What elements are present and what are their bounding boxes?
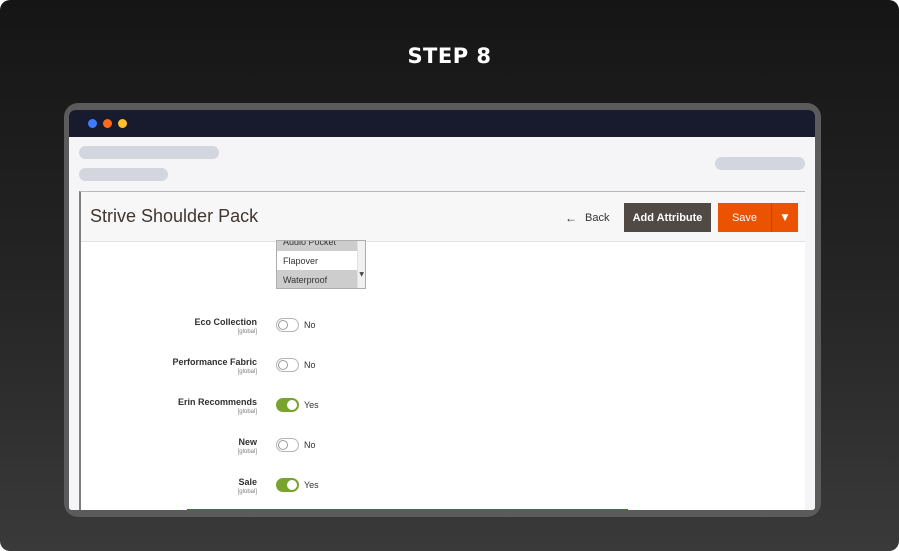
placeholder-user-menu	[715, 157, 805, 170]
erin-recommends-scope: [global]	[237, 409, 257, 415]
new-label: New	[238, 437, 257, 447]
eco-collection-label: Eco Collection	[194, 317, 257, 327]
page-actions-header: Strive Shoulder Pack ← Back Add Attribut…	[81, 192, 805, 242]
step-title: STEP 8	[407, 44, 492, 68]
features-multiselect[interactable]: Audio Pocket Flapover Waterproof ▼	[276, 240, 366, 289]
back-button[interactable]: ← Back	[565, 209, 609, 227]
sale-toggle[interactable]	[276, 478, 299, 492]
page-title: Strive Shoulder Pack	[90, 206, 259, 226]
toggle-knob	[287, 400, 297, 410]
performance-fabric-label: Performance Fabric	[172, 357, 257, 367]
erin-recommends-toggle[interactable]	[276, 398, 299, 412]
scroll-down-arrow-icon[interactable]: ▼	[359, 271, 364, 278]
toggle-knob	[278, 440, 288, 450]
back-button-label: Back	[585, 212, 610, 224]
performance-fabric-value: No	[304, 360, 316, 370]
highlight-bar	[187, 509, 628, 510]
performance-fabric-toggle[interactable]	[276, 358, 299, 372]
window-minimize-dot[interactable]	[103, 119, 112, 128]
product-edit-panel: Strive Shoulder Pack ← Back Add Attribut…	[79, 191, 805, 510]
multiselect-option-waterproof[interactable]: Waterproof	[277, 270, 357, 288]
new-scope: [global]	[237, 449, 257, 455]
arrow-left-icon: ←	[565, 211, 577, 225]
browser-screen: Strive Shoulder Pack ← Back Add Attribut…	[69, 110, 815, 510]
toggle-knob	[278, 320, 288, 330]
window-titlebar	[69, 110, 815, 137]
add-attribute-button[interactable]: Add Attribute	[624, 203, 711, 232]
eco-collection-toggle[interactable]	[276, 318, 299, 332]
placeholder-subtitle	[79, 168, 168, 181]
save-button-group: Save ▼	[718, 203, 798, 232]
erin-recommends-label: Erin Recommends	[177, 397, 257, 407]
toggle-knob	[278, 360, 288, 370]
save-options-dropdown[interactable]: ▼	[772, 203, 798, 232]
performance-fabric-scope: [global]	[237, 369, 257, 375]
save-button[interactable]: Save	[718, 203, 772, 232]
placeholder-breadcrumb	[79, 146, 219, 159]
eco-collection-value: No	[304, 320, 316, 330]
admin-page: Strive Shoulder Pack ← Back Add Attribut…	[69, 137, 815, 510]
multiselect-option-flapover[interactable]: Flapover	[277, 251, 357, 270]
window-close-dot[interactable]	[88, 119, 97, 128]
eco-collection-scope: [global]	[237, 329, 257, 335]
multiselect-scrollbar[interactable]: ▼	[357, 241, 365, 288]
sale-label: Sale	[238, 477, 257, 487]
toggle-knob	[287, 480, 297, 490]
erin-recommends-value: Yes	[304, 400, 319, 410]
multiselect-option-audio-pocket[interactable]: Audio Pocket	[277, 241, 357, 251]
tutorial-background: STEP 8 Strive Shoulder Pack ← Back Add A…	[0, 0, 899, 551]
new-value: No	[304, 440, 316, 450]
sale-scope: [global]	[237, 489, 257, 495]
caret-down-icon: ▼	[781, 212, 789, 223]
sale-value: Yes	[304, 480, 319, 490]
window-maximize-dot[interactable]	[118, 119, 127, 128]
new-toggle[interactable]	[276, 438, 299, 452]
